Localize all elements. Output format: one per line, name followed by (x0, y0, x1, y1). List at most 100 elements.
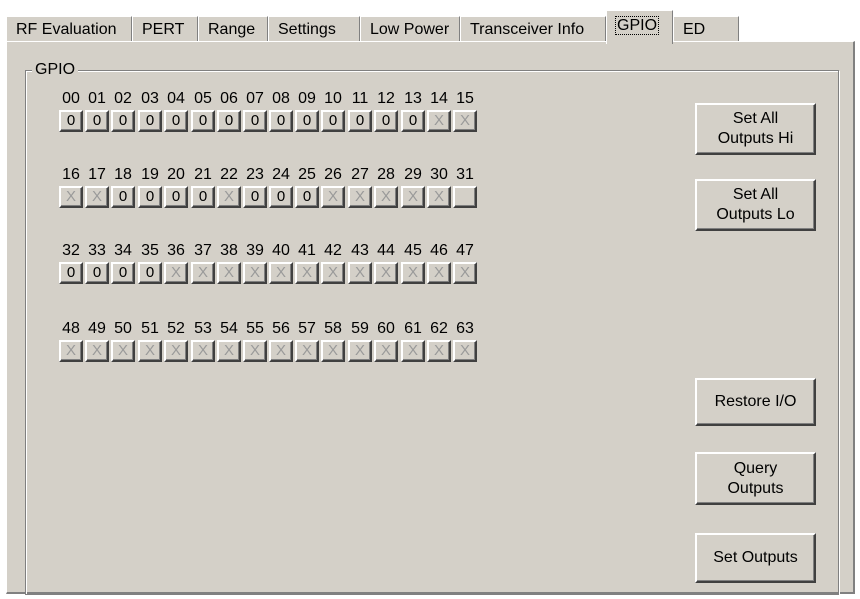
pin-state-button[interactable]: 0 (138, 110, 162, 132)
pin-state-button[interactable]: 0 (111, 262, 135, 284)
pin-state-button: X (164, 262, 188, 284)
pin-number-label: 00 (62, 90, 80, 107)
pin-state-button: X (59, 186, 83, 208)
tab-label: Settings (278, 21, 336, 38)
gpio-group-label: GPIO (32, 62, 79, 78)
tab-transceiver-info[interactable]: Transceiver Info (460, 16, 606, 42)
gpio-pin-07: 07 0 (242, 90, 268, 132)
gpio-pin-60: 60 X (373, 320, 399, 362)
pin-state-button[interactable]: 0 (401, 110, 425, 132)
pin-number-label: 28 (377, 166, 395, 183)
tab-rf-evaluation[interactable]: RF Evaluation (6, 16, 132, 42)
pin-number-label: 54 (220, 320, 238, 337)
pin-state-button[interactable]: 0 (191, 186, 215, 208)
set-all-outputs-lo-button[interactable]: Set All Outputs Lo (695, 179, 816, 231)
pin-state-button[interactable]: 0 (217, 110, 241, 132)
gpio-pin-63: 63 X (452, 320, 478, 362)
pin-number-label: 05 (194, 90, 212, 107)
pin-state-button[interactable]: 0 (85, 262, 109, 284)
tab-range[interactable]: Range (198, 16, 268, 42)
pin-number-label: 52 (167, 320, 185, 337)
pin-number-label: 15 (456, 90, 474, 107)
gpio-pin-14: 14 X (426, 90, 452, 132)
pin-state-button: X (269, 340, 293, 362)
set-outputs-button[interactable]: Set Outputs (695, 533, 816, 583)
pin-state-button[interactable]: 0 (138, 262, 162, 284)
pin-number-label: 57 (298, 320, 316, 337)
pin-state-button: X (374, 340, 398, 362)
pin-state-button[interactable]: 0 (59, 262, 83, 284)
gpio-pin-18: 18 0 (110, 166, 136, 208)
gpio-pin-59: 59 X (347, 320, 373, 362)
pin-state-button[interactable]: 0 (269, 186, 293, 208)
gpio-pin-56: 56 X (268, 320, 294, 362)
pin-state-button[interactable]: 0 (269, 110, 293, 132)
pin-number-label: 30 (430, 166, 448, 183)
pin-number-label: 20 (167, 166, 185, 183)
pin-number-label: 10 (324, 90, 342, 107)
tab-gpio[interactable]: GPIO (606, 10, 673, 44)
pin-state-button[interactable]: 0 (164, 186, 188, 208)
tab-label: RF Evaluation (16, 21, 117, 38)
pin-state-button[interactable]: 0 (348, 110, 372, 132)
pin-number-label: 18 (114, 166, 132, 183)
pin-state-button[interactable]: 0 (164, 110, 188, 132)
tab-settings[interactable]: Settings (268, 16, 360, 42)
pin-state-button: X (453, 110, 477, 132)
pin-state-button[interactable] (453, 186, 477, 208)
tab-label: ED (683, 21, 706, 38)
set-all-outputs-hi-button[interactable]: Set All Outputs Hi (695, 103, 816, 155)
pin-number-label: 35 (141, 242, 159, 259)
gpio-pin-34: 34 0 (110, 242, 136, 284)
pin-state-button[interactable]: 0 (295, 186, 319, 208)
pin-state-button[interactable]: 0 (295, 110, 319, 132)
pin-state-button[interactable]: 0 (59, 110, 83, 132)
pin-state-button: X (348, 262, 372, 284)
tab-low-power[interactable]: Low Power (360, 16, 460, 42)
pin-state-button: X (401, 340, 425, 362)
pin-state-button: X (427, 340, 451, 362)
pin-state-button[interactable]: 0 (85, 110, 109, 132)
tab-label: Transceiver Info (470, 21, 585, 38)
gpio-pin-44: 44 X (373, 242, 399, 284)
restore-io-button[interactable]: Restore I/O (695, 378, 816, 426)
query-outputs-button[interactable]: Query Outputs (695, 452, 816, 505)
pin-state-button: X (427, 110, 451, 132)
gpio-pin-08: 08 0 (268, 90, 294, 132)
pin-state-button[interactable]: 0 (243, 186, 267, 208)
gpio-pin-62: 62 X (426, 320, 452, 362)
gpio-pin-09: 09 0 (294, 90, 320, 132)
gpio-pin-43: 43 X (347, 242, 373, 284)
pin-state-button[interactable]: 0 (111, 110, 135, 132)
pin-number-label: 50 (114, 320, 132, 337)
pin-state-button[interactable]: 0 (111, 186, 135, 208)
pin-number-label: 59 (351, 320, 369, 337)
gpio-pin-50: 50 X (110, 320, 136, 362)
pin-number-label: 09 (298, 90, 316, 107)
tab-pert[interactable]: PERT (132, 16, 198, 42)
pin-state-button[interactable]: 0 (243, 110, 267, 132)
gpio-pin-06: 06 0 (216, 90, 242, 132)
gpio-pin-36: 36 X (163, 242, 189, 284)
gpio-pin-04: 04 0 (163, 90, 189, 132)
pin-state-button: X (427, 262, 451, 284)
gpio-pin-45: 45 X (400, 242, 426, 284)
gpio-pin-19: 19 0 (137, 166, 163, 208)
pin-state-button[interactable]: 0 (138, 186, 162, 208)
pin-number-label: 04 (167, 90, 185, 107)
pin-number-label: 33 (88, 242, 106, 259)
pin-state-button[interactable]: 0 (321, 110, 345, 132)
pin-number-label: 19 (141, 166, 159, 183)
gpio-pin-17: 17 X (84, 166, 110, 208)
pin-state-button: X (401, 262, 425, 284)
pin-number-label: 51 (141, 320, 159, 337)
pin-number-label: 25 (298, 166, 316, 183)
pin-state-button[interactable]: 0 (374, 110, 398, 132)
pin-number-label: 49 (88, 320, 106, 337)
pin-state-button[interactable]: 0 (191, 110, 215, 132)
gpio-pin-11: 11 0 (347, 90, 373, 132)
pin-state-button: X (85, 186, 109, 208)
tab-ed[interactable]: ED (673, 16, 739, 42)
gpio-pin-58: 58 X (320, 320, 346, 362)
pin-number-label: 45 (404, 242, 422, 259)
